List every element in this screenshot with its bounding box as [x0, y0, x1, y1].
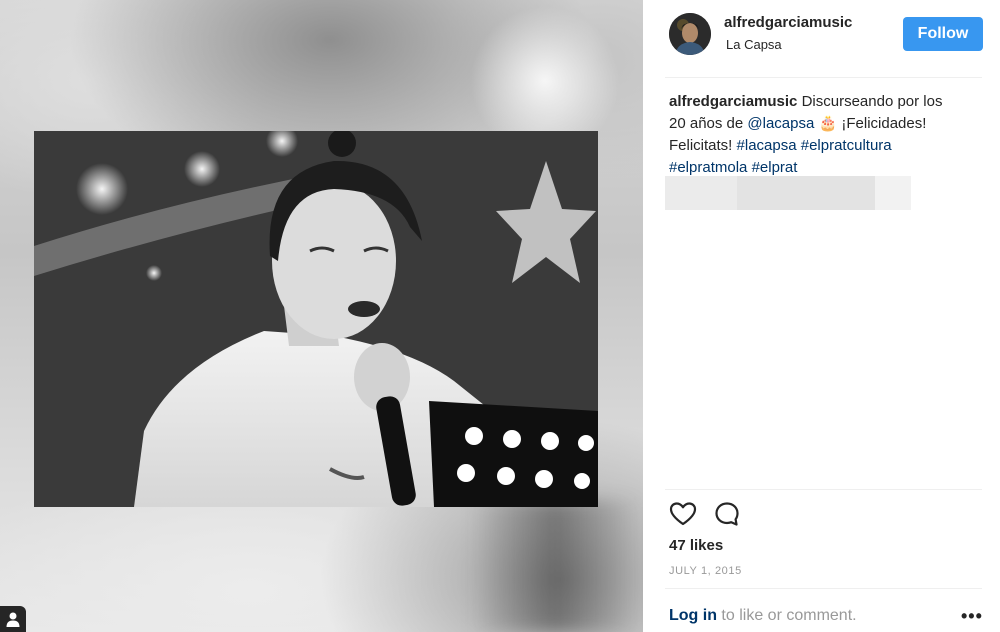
like-count[interactable]: 47 likes — [669, 537, 723, 554]
comment-loading-placeholder — [665, 176, 911, 210]
person-icon — [6, 612, 20, 627]
more-options-button[interactable]: ••• — [961, 606, 983, 627]
login-prompt: Log in to like or comment. — [669, 607, 857, 625]
hashtag-link[interactable]: #elpratmola — [669, 159, 747, 176]
header-divider — [665, 77, 982, 78]
hashtag-link[interactable]: #elpratcultura — [801, 137, 892, 154]
actions-divider — [665, 489, 982, 490]
avatar-illustration — [669, 13, 711, 55]
post-sidebar: alfredgarciamusic La Capsa Follow alfred… — [643, 0, 1000, 632]
location-link[interactable]: La Capsa — [726, 37, 782, 52]
login-link[interactable]: Log in — [669, 607, 717, 624]
post-header: alfredgarciamusic La Capsa Follow — [643, 0, 1000, 77]
follow-button[interactable]: Follow — [903, 17, 983, 51]
caption-username-link[interactable]: alfredgarciamusic — [669, 93, 797, 110]
like-button[interactable] — [669, 500, 697, 528]
hashtag-link[interactable]: #lacapsa — [737, 137, 797, 154]
username-link[interactable]: alfredgarciamusic — [724, 14, 852, 31]
tagged-people-button[interactable] — [0, 606, 26, 632]
photo-illustration — [34, 131, 598, 507]
heart-outline-icon — [669, 502, 697, 526]
post-date[interactable]: July 1, 2015 — [669, 565, 742, 577]
cake-emoji: 🎂 — [814, 115, 842, 132]
login-prompt-text: to like or comment. — [716, 607, 857, 624]
avatar[interactable] — [669, 13, 711, 55]
footer-divider — [665, 588, 982, 589]
hashtag-link[interactable]: #elprat — [752, 159, 798, 176]
media-pane — [0, 0, 643, 632]
speech-bubble-icon — [715, 502, 739, 526]
background-blur-shape — [470, 500, 640, 632]
post-photo[interactable] — [34, 131, 598, 507]
post-caption: alfredgarciamusic Discurseando por los 2… — [669, 91, 959, 179]
mention-link[interactable]: @lacapsa — [747, 115, 814, 132]
comment-button[interactable] — [713, 500, 741, 528]
